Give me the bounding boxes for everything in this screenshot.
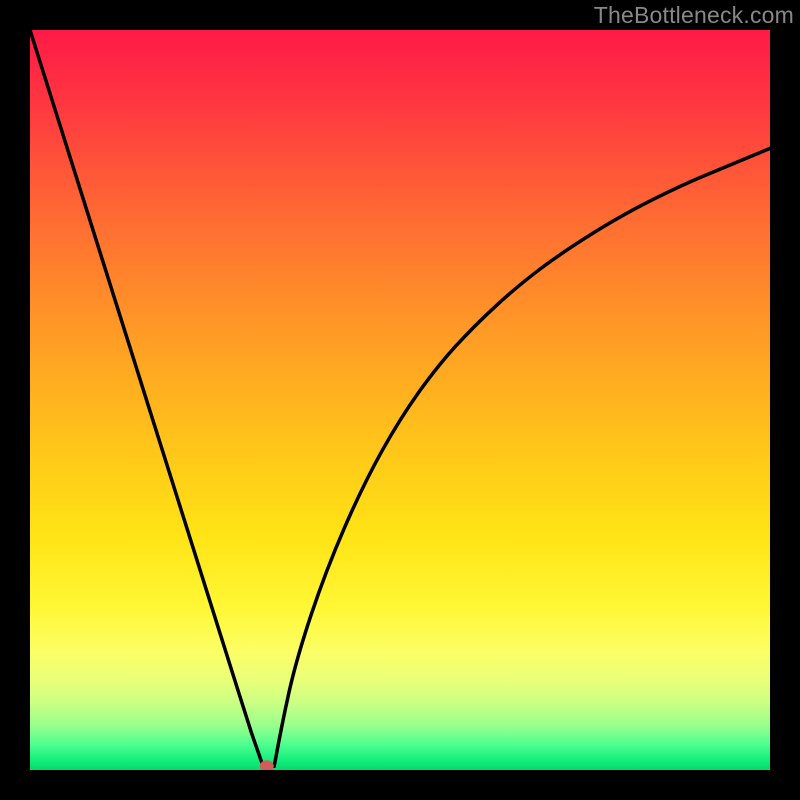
- gradient-background: [30, 30, 770, 770]
- plot-area: [30, 30, 770, 770]
- bottleneck-chart-svg: [30, 30, 770, 770]
- chart-frame: TheBottleneck.com: [0, 0, 800, 800]
- watermark-text: TheBottleneck.com: [594, 2, 794, 29]
